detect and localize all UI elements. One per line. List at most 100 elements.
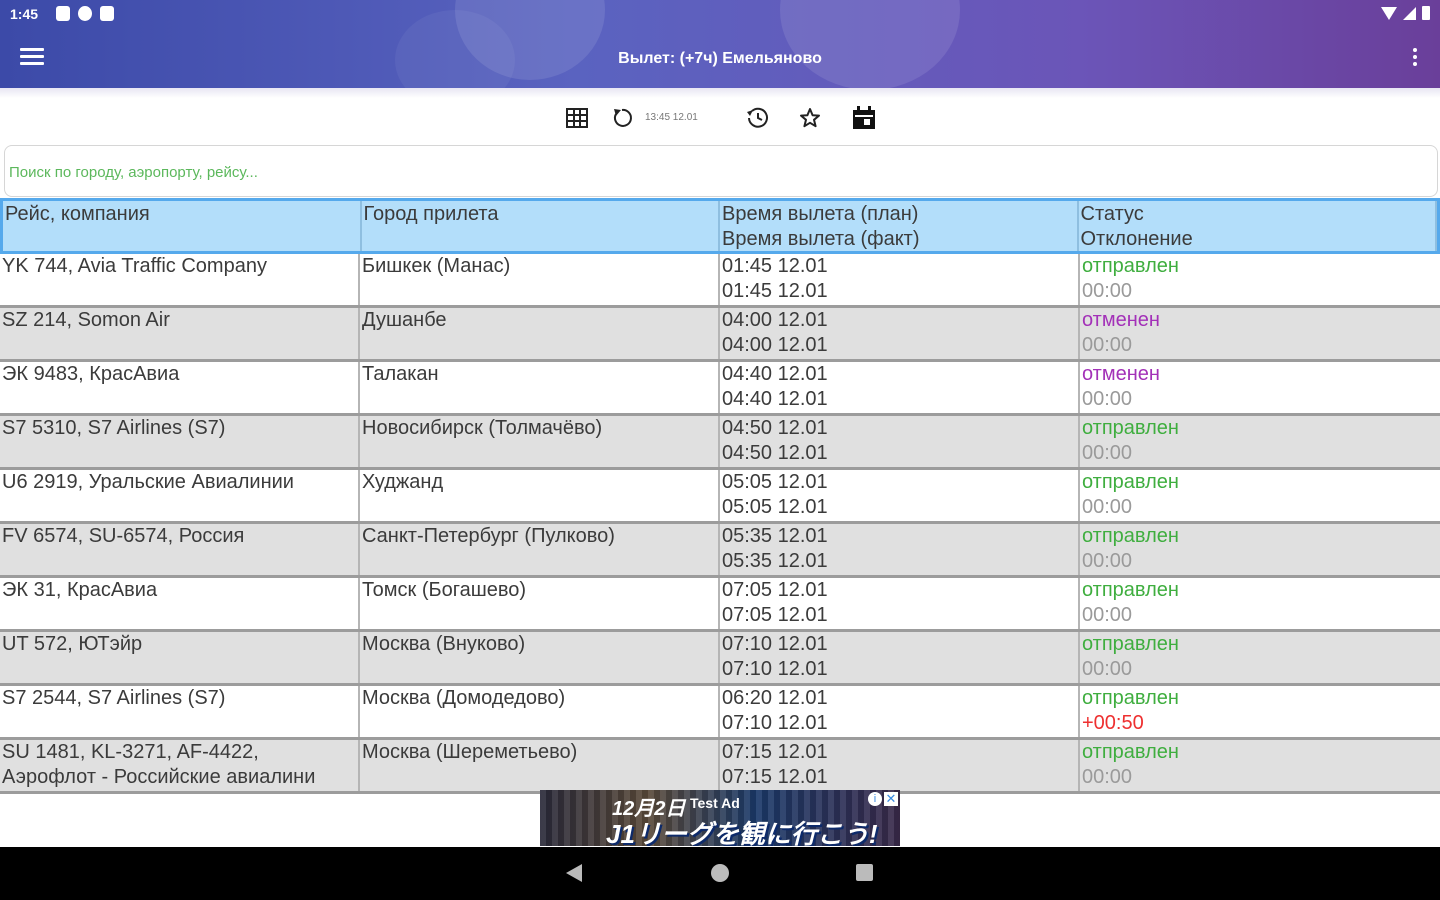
planned-time: 04:00 12.01	[722, 309, 828, 331]
last-updated-time: 13:45 12.01	[645, 112, 698, 123]
cell-status: отправлен 00:00	[1080, 254, 1440, 305]
planned-time: 06:20 12.01	[722, 687, 828, 709]
deviation-text: 00:00	[1082, 280, 1133, 302]
table-row[interactable]: YK 744, Avia Traffic Company Бишкек (Мана…	[0, 254, 1440, 308]
ad-info-icon[interactable]: i	[868, 792, 882, 806]
deviation-text: 00:00	[1082, 604, 1133, 626]
header-flight[interactable]: Рейс, компания	[3, 201, 362, 251]
status-text: отменен	[1082, 363, 1160, 385]
notification-icon	[56, 6, 70, 21]
actual-time: 05:35 12.01	[722, 550, 828, 572]
top-bar: 1:45 Вылет: (+7ч) Емельяново	[0, 0, 1440, 96]
cell-time: 05:05 12.01 05:05 12.01	[720, 470, 1080, 521]
cell-flight: YK 744, Avia Traffic Company	[0, 254, 360, 305]
cell-status: отправлен 00:00	[1080, 632, 1440, 683]
cell-status: отправлен 00:00	[1080, 578, 1440, 629]
table-view-icon[interactable]	[563, 104, 591, 132]
status-text: отменен	[1082, 309, 1160, 331]
actual-time: 07:10 12.01	[722, 712, 828, 734]
flight-number: S7 2544, S7 Airlines (S7)	[2, 687, 226, 709]
app-bar: Вылет: (+7ч) Емельяново	[0, 28, 1440, 88]
status-text: отправлен	[1082, 687, 1179, 709]
back-icon[interactable]	[566, 864, 582, 882]
status-text: отправлен	[1082, 255, 1179, 277]
flight-number: U6 2919, Уральские Авиалинии	[2, 471, 294, 493]
flight-number: FV 6574, SU-6574, Россия	[2, 525, 245, 547]
deviation-text: 00:00	[1082, 550, 1133, 572]
planned-time: 07:15 12.01	[722, 741, 828, 763]
table-row[interactable]: U6 2919, Уральские Авиалинии Худжанд 05:05…	[0, 470, 1440, 524]
cell-time: 04:00 12.01 04:00 12.01	[720, 308, 1080, 359]
deviation-text: 00:00	[1082, 334, 1133, 356]
calendar-icon[interactable]	[850, 104, 878, 132]
cell-flight: FV 6574, SU-6574, Россия	[0, 524, 360, 575]
status-text: отправлен	[1082, 633, 1179, 655]
sd-card-icon	[100, 6, 114, 21]
table-row[interactable]: ЭК 9483, КрасАвиа Талакан 04:40 12.01 04:40…	[0, 362, 1440, 416]
ad-banner[interactable]: 12月2日 Test Ad J1リーグを観に行こう! i ✕	[540, 790, 900, 846]
home-icon[interactable]	[711, 864, 729, 882]
page-title: Вылет: (+7ч) Емельяново	[618, 50, 822, 67]
arrival-city: Москва (Внуково)	[362, 633, 526, 655]
actual-time: 07:10 12.01	[722, 658, 828, 680]
ad-close-icon[interactable]: ✕	[884, 792, 898, 806]
arrival-city: Талакан	[362, 363, 439, 385]
planned-time: 01:45 12.01	[722, 255, 828, 277]
favorite-star-icon[interactable]	[796, 104, 824, 132]
status-text: отправлен	[1082, 579, 1179, 601]
refresh-icon[interactable]	[608, 104, 636, 132]
actual-time: 07:05 12.01	[722, 604, 828, 626]
recent-apps-icon[interactable]	[856, 864, 873, 881]
header-city[interactable]: Город прилета	[362, 201, 720, 251]
planned-time: 07:05 12.01	[722, 579, 828, 601]
actual-time: 07:15 12.01	[722, 766, 828, 788]
app-bar-shadow	[0, 88, 1440, 98]
cell-city: Новосибирск (Толмачёво)	[360, 416, 720, 467]
table-row[interactable]: FV 6574, SU-6574, Россия Санкт-Петербург …	[0, 524, 1440, 578]
flight-number: S7 5310, S7 Airlines (S7)	[2, 417, 226, 439]
toolbar: 13:45 12.01	[0, 100, 1440, 138]
arrival-city: Худжанд	[362, 471, 444, 493]
search-box	[4, 145, 1438, 197]
deviation-text: 00:00	[1082, 388, 1133, 410]
status-time: 1:45	[10, 6, 39, 22]
flight-number: YK 744, Avia Traffic Company	[2, 255, 267, 277]
arrival-city: Душанбе	[362, 309, 447, 331]
arrival-city: Томск (Богашево)	[362, 579, 527, 601]
battery-icon	[1422, 6, 1430, 20]
header-status[interactable]: Статус Отклонение	[1079, 201, 1437, 251]
table-row[interactable]: S7 5310, S7 Airlines (S7) Новосибирск (То…	[0, 416, 1440, 470]
wifi-icon	[1381, 6, 1397, 20]
navigation-bar	[0, 847, 1440, 900]
cell-city: Томск (Богашево)	[360, 578, 720, 629]
planned-time: 05:05 12.01	[722, 471, 828, 493]
arrival-city: Москва (Домодедово)	[362, 687, 566, 709]
search-input[interactable]	[9, 160, 1409, 184]
cell-flight: ЭК 9483, КрасАвиа	[0, 362, 360, 413]
cell-city: Москва (Домодедово)	[360, 686, 720, 737]
status-bar: 1:45	[0, 0, 1440, 28]
deviation-text: 00:00	[1082, 496, 1133, 518]
flight-number: UT 572, ЮТэйр	[2, 633, 143, 655]
table-row[interactable]: SZ 214, Somon Air Душанбе 04:00 12.01 04:00…	[0, 308, 1440, 362]
table-row[interactable]: ЭК 31, КрасАвиа Томск (Богашево) 07:05 12.…	[0, 578, 1440, 632]
cell-status: отправлен 00:00	[1080, 740, 1440, 791]
actual-time: 04:40 12.01	[722, 388, 828, 410]
cell-time: 07:05 12.01 07:05 12.01	[720, 578, 1080, 629]
cell-flight: SZ 214, Somon Air	[0, 308, 360, 359]
deviation-text: 00:00	[1082, 658, 1133, 680]
cell-city: Талакан	[360, 362, 720, 413]
cell-flight: S7 5310, S7 Airlines (S7)	[0, 416, 360, 467]
cell-flight: ЭК 31, КрасАвиа	[0, 578, 360, 629]
table-row[interactable]: UT 572, ЮТэйр Москва (Внуково) 07:10 12.01…	[0, 632, 1440, 686]
more-options-icon[interactable]	[1410, 48, 1420, 70]
planned-time: 04:40 12.01	[722, 363, 828, 385]
table-row[interactable]: SU 1481, KL-3271, AF-4422, Аэрофлот - Рос…	[0, 740, 1440, 794]
table-row[interactable]: S7 2544, S7 Airlines (S7) Москва (Домодед…	[0, 686, 1440, 740]
cell-status: отправлен +00:50	[1080, 686, 1440, 737]
actual-time: 04:50 12.01	[722, 442, 828, 464]
cell-time: 07:10 12.01 07:10 12.01	[720, 632, 1080, 683]
header-time[interactable]: Время вылета (план) Время вылета (факт)	[720, 201, 1079, 251]
cell-flight: UT 572, ЮТэйр	[0, 632, 360, 683]
history-icon[interactable]	[743, 104, 771, 132]
